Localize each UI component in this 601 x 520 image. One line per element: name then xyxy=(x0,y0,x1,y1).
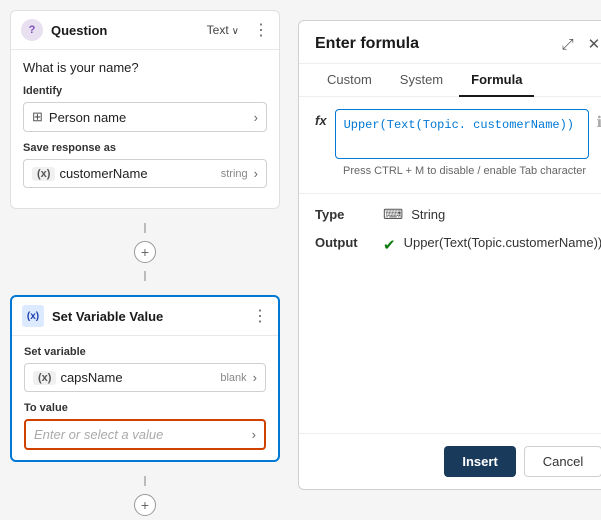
plus-connector-1 xyxy=(0,219,290,237)
identify-icon: ⊞ xyxy=(32,109,43,125)
question-menu-icon[interactable]: ⋮ xyxy=(253,20,269,40)
output-value: Upper(Text(Topic.customerName)) xyxy=(404,235,601,250)
formula-input-row: fx Upper(Text(Topic. customerName)) ℹ xyxy=(315,109,601,159)
type-label: Text xyxy=(207,23,229,37)
set-variable-field[interactable]: (x) capsName blank xyxy=(24,363,266,392)
cancel-button[interactable]: Cancel xyxy=(524,446,601,477)
formula-panel: Enter formula ⤢ ✕ Custom System Formula … xyxy=(298,20,601,490)
save-response-chevron-right-icon xyxy=(254,166,258,181)
set-variable-card: (x) Set Variable Value ⋮ Set variable (x… xyxy=(10,295,280,462)
tab-custom[interactable]: Custom xyxy=(315,64,384,97)
question-card: ? Question Text ⋮ What is your name? Ide… xyxy=(10,10,280,209)
type-label: Type xyxy=(315,207,375,222)
close-button[interactable]: ✕ xyxy=(586,33,601,55)
connector-bottom-1 xyxy=(0,267,290,285)
set-variable-label: Set variable xyxy=(24,346,266,358)
plus-icon-1: + xyxy=(141,244,149,260)
footer-buttons: Insert Cancel xyxy=(299,433,601,489)
var-icon-label: (x) xyxy=(33,371,56,385)
tab-formula[interactable]: Formula xyxy=(459,64,534,97)
plus-icon-2: + xyxy=(141,497,149,513)
set-variable-card-body: Set variable (x) capsName blank To value… xyxy=(12,336,278,460)
insert-button[interactable]: Insert xyxy=(444,446,515,477)
question-text: What is your name? xyxy=(23,60,267,75)
expand-button[interactable]: ⤢ xyxy=(560,34,576,55)
set-variable-card-header: (x) Set Variable Value ⋮ xyxy=(12,297,278,336)
connector-line-1b xyxy=(144,271,146,281)
type-output-section: Type ⌨ String Output ✔ Upper(Text(Topic.… xyxy=(299,193,601,266)
question-card-body: What is your name? Identify ⊞ Person nam… xyxy=(11,50,279,208)
set-variable-menu-icon[interactable]: ⋮ xyxy=(252,306,268,326)
formula-text: Upper(Text(Topic. customerName)) xyxy=(344,118,574,132)
set-variable-icon: (x) xyxy=(22,305,44,327)
output-label: Output xyxy=(315,235,375,250)
formula-panel-title: Enter formula xyxy=(315,35,560,53)
to-value-field[interactable]: Enter or select a value xyxy=(24,419,266,450)
type-chevron-down-icon xyxy=(232,23,239,37)
connector-bottom-2 xyxy=(0,472,290,490)
type-selector[interactable]: Text xyxy=(207,23,239,37)
plus-btn-wrapper-2: + xyxy=(0,490,290,520)
to-value-label: To value xyxy=(24,402,266,414)
fx-label: fx xyxy=(315,113,327,128)
output-row: Output ✔ Upper(Text(Topic.customerName)) xyxy=(315,235,601,254)
save-var-icon: (x) xyxy=(32,167,55,181)
formula-input[interactable]: Upper(Text(Topic. customerName)) xyxy=(335,109,589,159)
to-value-chevron-right-icon xyxy=(252,427,256,442)
info-icon: ℹ xyxy=(597,113,601,131)
add-step-button-1[interactable]: + xyxy=(134,241,156,263)
formula-hint: Press CTRL + M to disable / enable Tab c… xyxy=(343,165,601,177)
question-icon: ? xyxy=(21,19,43,41)
identify-chevron-right-icon xyxy=(254,110,258,125)
type-row: Type ⌨ String xyxy=(315,206,601,223)
question-card-header: ? Question Text ⋮ xyxy=(11,11,279,50)
set-variable-chevron-right-icon xyxy=(253,370,257,385)
identify-label: Identify xyxy=(23,85,267,97)
save-response-label: Save response as xyxy=(23,142,267,154)
save-var-name: customerName xyxy=(59,166,220,181)
save-response-field[interactable]: (x) customerName string xyxy=(23,159,267,188)
identify-value: Person name xyxy=(49,110,254,125)
formula-area: fx Upper(Text(Topic. customerName)) ℹ Pr… xyxy=(299,97,601,189)
connector-line-2 xyxy=(144,476,146,486)
tab-system[interactable]: System xyxy=(388,64,455,97)
formula-tabs: Custom System Formula xyxy=(299,64,601,97)
question-title: Question xyxy=(51,23,199,38)
header-icons: ⤢ ✕ xyxy=(560,33,601,55)
formula-panel-header: Enter formula ⤢ ✕ xyxy=(299,21,601,64)
type-icon: ⌨ xyxy=(383,206,403,223)
type-value: String xyxy=(411,207,445,222)
connector-line-1 xyxy=(144,223,146,233)
var-value: blank xyxy=(220,372,246,384)
plus-btn-wrapper-1: + xyxy=(0,237,290,267)
save-var-type: string xyxy=(221,168,248,180)
check-icon: ✔ xyxy=(383,236,396,254)
identify-field[interactable]: ⊞ Person name xyxy=(23,102,267,132)
set-variable-title: Set Variable Value xyxy=(52,309,238,324)
var-name: capsName xyxy=(60,370,220,385)
add-step-button-2[interactable]: + xyxy=(134,494,156,516)
to-value-placeholder: Enter or select a value xyxy=(34,427,252,442)
